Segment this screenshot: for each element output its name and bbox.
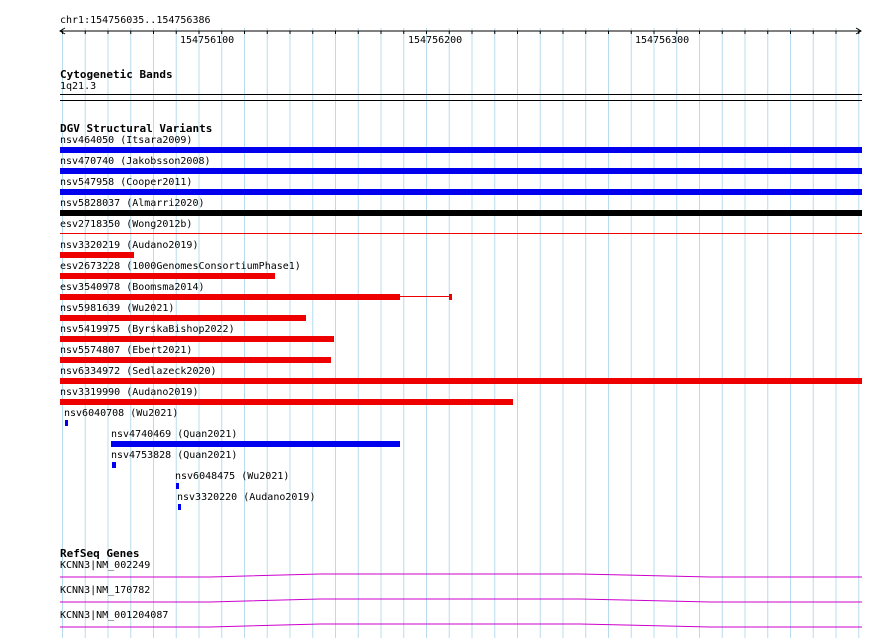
variant-label[interactable]: esv3540978 (Boomsma2014)	[60, 282, 205, 294]
variant-feature[interactable]	[60, 147, 862, 153]
track-title-cytoband[interactable]: Cytogenetic Bands	[60, 68, 173, 81]
variant-feature[interactable]	[60, 336, 334, 342]
variant-feature[interactable]	[60, 378, 862, 384]
variant-feature[interactable]	[112, 462, 116, 468]
variant-label[interactable]: esv2673228 (1000GenomesConsortiumPhase1)	[60, 261, 301, 273]
variant-label[interactable]: esv2718350 (Wong2012b)	[60, 219, 192, 231]
variant-feature[interactable]	[60, 233, 862, 234]
ruler-tick-label: 154756300	[635, 35, 690, 46]
variant-feature[interactable]	[178, 504, 181, 510]
variant-feature[interactable]	[60, 315, 306, 321]
gene-feature[interactable]	[60, 595, 862, 605]
variant-label[interactable]: nsv3320220 (Audano2019)	[177, 492, 315, 504]
variant-label[interactable]: nsv6048475 (Wu2021)	[175, 471, 289, 483]
variant-feature[interactable]	[60, 273, 275, 279]
variant-feature[interactable]	[60, 357, 331, 363]
cytoband-label: 1q21.3	[60, 81, 97, 92]
variant-label[interactable]: nsv464050 (Itsara2009)	[60, 135, 192, 147]
variant-feature[interactable]	[60, 252, 134, 258]
track-title-dgv[interactable]: DGV Structural Variants	[60, 122, 212, 135]
cytoband-band[interactable]	[60, 100, 862, 101]
variant-label[interactable]: nsv3319990 (Audano2019)	[60, 387, 198, 399]
variant-feature[interactable]	[449, 294, 452, 300]
variant-label[interactable]: nsv5981639 (Wu2021)	[60, 303, 174, 315]
variant-feature[interactable]	[111, 441, 400, 447]
variant-label[interactable]: nsv547958 (Cooper2011)	[60, 177, 192, 189]
variant-label[interactable]: nsv6334972 (Sedlazeck2020)	[60, 366, 217, 378]
ruler-tick-label: 154756100	[180, 35, 235, 46]
variant-label[interactable]: nsv5419975 (ByrskaBishop2022)	[60, 324, 235, 336]
gene-feature[interactable]	[60, 570, 862, 580]
variant-label[interactable]: nsv4753828 (Quan2021)	[111, 450, 237, 462]
variant-feature[interactable]	[60, 294, 400, 300]
variant-intron-line	[400, 296, 450, 297]
cytoband-band[interactable]	[60, 94, 862, 95]
ruler-tick-label: 154756200	[408, 35, 463, 46]
variant-feature[interactable]	[65, 420, 68, 426]
variant-label[interactable]: nsv470740 (Jakobsson2008)	[60, 156, 211, 168]
variant-label[interactable]: nsv6040708 (Wu2021)	[64, 408, 178, 420]
variant-feature[interactable]	[60, 168, 862, 174]
variant-label[interactable]: nsv5574807 (Ebert2021)	[60, 345, 192, 357]
variant-label[interactable]: nsv3320219 (Audano2019)	[60, 240, 198, 252]
variant-feature[interactable]	[60, 210, 862, 216]
gene-feature[interactable]	[60, 620, 862, 630]
track-title-refseq[interactable]: RefSeq Genes	[60, 547, 139, 560]
variant-feature[interactable]	[176, 483, 179, 489]
variant-label[interactable]: nsv5828037 (Almarri2020)	[60, 198, 205, 210]
variant-label[interactable]: nsv4740469 (Quan2021)	[111, 429, 237, 441]
variant-feature[interactable]	[60, 399, 513, 405]
variant-feature[interactable]	[60, 189, 862, 195]
